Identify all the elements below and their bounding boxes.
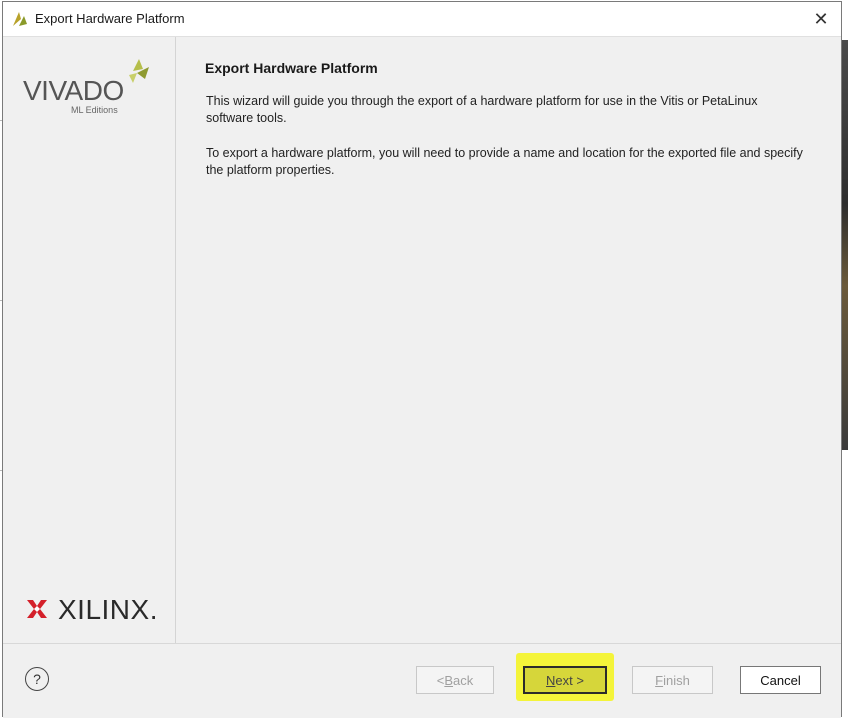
wizard-footer: ? < Back Next > Finish Cancel bbox=[3, 643, 841, 718]
back-button[interactable]: < Back bbox=[416, 666, 494, 694]
xilinx-logo: XILINX. bbox=[25, 593, 165, 625]
help-button[interactable]: ? bbox=[25, 667, 49, 691]
back-label-rest: ack bbox=[453, 672, 474, 688]
wizard-sidebar: VIVADO ML Editions XILINX. bbox=[3, 37, 176, 643]
vivado-app-icon bbox=[13, 12, 27, 26]
finish-mnemonic: F bbox=[655, 672, 664, 688]
next-label-rest: ext > bbox=[555, 672, 584, 688]
vivado-logo-text: VIVADO bbox=[23, 75, 124, 106]
wizard-content: Export Hardware Platform This wizard wil… bbox=[176, 37, 841, 643]
back-mnemonic: B bbox=[444, 672, 454, 688]
vivado-logo: VIVADO ML Editions bbox=[23, 55, 163, 115]
vivado-edition-text: ML Editions bbox=[71, 105, 118, 115]
window-title: Export Hardware Platform bbox=[35, 11, 185, 26]
export-hardware-platform-dialog: Export Hardware Platform ✕ VIVADO ML Edi… bbox=[2, 1, 842, 718]
title-bar: Export Hardware Platform ✕ bbox=[3, 2, 841, 37]
intro-paragraph: This wizard will guide you through the e… bbox=[206, 94, 758, 125]
vivado-leaf-icon bbox=[129, 59, 149, 83]
close-icon: ✕ bbox=[813, 8, 829, 29]
instructions-paragraph: To export a hardware platform, you will … bbox=[206, 146, 803, 177]
xilinx-logo-text: XILINX. bbox=[58, 594, 158, 625]
xilinx-mark-icon bbox=[27, 600, 47, 618]
cancel-button[interactable]: Cancel bbox=[740, 666, 821, 694]
finish-button[interactable]: Finish bbox=[632, 666, 713, 694]
page-title: Export Hardware Platform bbox=[205, 60, 378, 76]
next-button[interactable]: Next > bbox=[523, 666, 607, 694]
back-prefix: < bbox=[436, 672, 445, 688]
close-button[interactable]: ✕ bbox=[807, 6, 835, 32]
help-icon: ? bbox=[33, 671, 41, 687]
finish-label-rest: inish bbox=[663, 672, 690, 688]
next-mnemonic: N bbox=[546, 672, 556, 688]
